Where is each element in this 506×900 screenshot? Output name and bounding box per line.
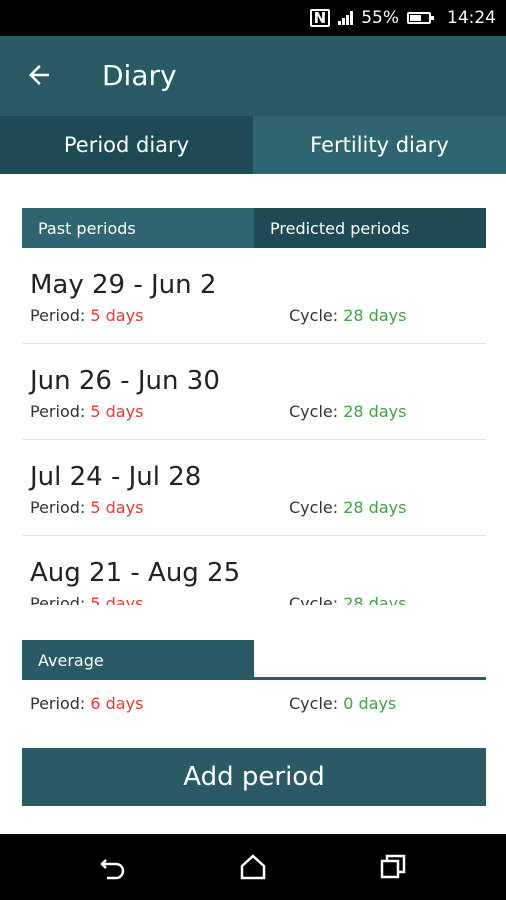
tab-fertility-diary[interactable]: Fertility diary xyxy=(253,116,506,174)
cycle-length: Cycle: 28 days xyxy=(289,306,407,325)
add-period-button[interactable]: Add period xyxy=(22,748,486,806)
average-label: Average xyxy=(22,640,254,680)
period-length: Period: 5 days xyxy=(30,306,144,325)
app-bar: Diary xyxy=(0,36,506,116)
divider xyxy=(254,677,486,680)
period-length: Period: 5 days xyxy=(30,594,144,605)
back-arrow-icon[interactable] xyxy=(24,60,54,90)
nfc-icon: N xyxy=(309,9,331,27)
battery-icon xyxy=(407,12,434,24)
content-area: Past periods Predicted periods May 29 - … xyxy=(0,174,506,834)
clock: 14:24 xyxy=(447,8,496,28)
signal-icon xyxy=(338,11,354,25)
period-length: Period: 5 days xyxy=(30,402,144,421)
tab-past-periods[interactable]: Past periods xyxy=(22,208,254,248)
average-header: Average xyxy=(22,640,486,680)
recents-nav-icon[interactable] xyxy=(378,852,408,882)
tab-predicted-periods[interactable]: Predicted periods xyxy=(254,208,486,248)
period-range: Jul 24 - Jul 28 xyxy=(30,462,202,492)
page-title: Diary xyxy=(102,59,177,92)
list-item[interactable]: Aug 21 - Aug 25 Period: 5 days Cycle: 28… xyxy=(22,536,486,605)
cycle-length: Cycle: 28 days xyxy=(289,498,407,517)
period-range: Aug 21 - Aug 25 xyxy=(30,558,241,588)
battery-percent: 55% xyxy=(361,8,399,28)
back-nav-icon[interactable] xyxy=(98,852,128,882)
top-tabs: Period diary Fertility diary xyxy=(0,116,506,174)
period-range: Jun 26 - Jun 30 xyxy=(30,366,220,396)
list-item[interactable]: May 29 - Jun 2 Period: 5 days Cycle: 28 … xyxy=(22,248,486,344)
cycle-length: Cycle: 28 days xyxy=(289,402,407,421)
list-item[interactable]: Jul 24 - Jul 28 Period: 5 days Cycle: 28… xyxy=(22,440,486,536)
average-cycle: Cycle: 0 days xyxy=(289,694,397,713)
period-range: May 29 - Jun 2 xyxy=(30,270,217,300)
tab-period-diary[interactable]: Period diary xyxy=(0,116,253,174)
period-length: Period: 5 days xyxy=(30,498,144,517)
nav-bar xyxy=(0,834,506,900)
average-period: Period: 6 days xyxy=(30,694,144,713)
period-list[interactable]: May 29 - Jun 2 Period: 5 days Cycle: 28 … xyxy=(22,248,486,605)
list-item[interactable]: Jun 26 - Jun 30 Period: 5 days Cycle: 28… xyxy=(22,344,486,440)
home-nav-icon[interactable] xyxy=(238,852,268,882)
sub-tabs: Past periods Predicted periods xyxy=(22,208,486,248)
status-bar: N 55% 14:24 xyxy=(0,0,506,36)
cycle-length: Cycle: 28 days xyxy=(289,594,407,605)
